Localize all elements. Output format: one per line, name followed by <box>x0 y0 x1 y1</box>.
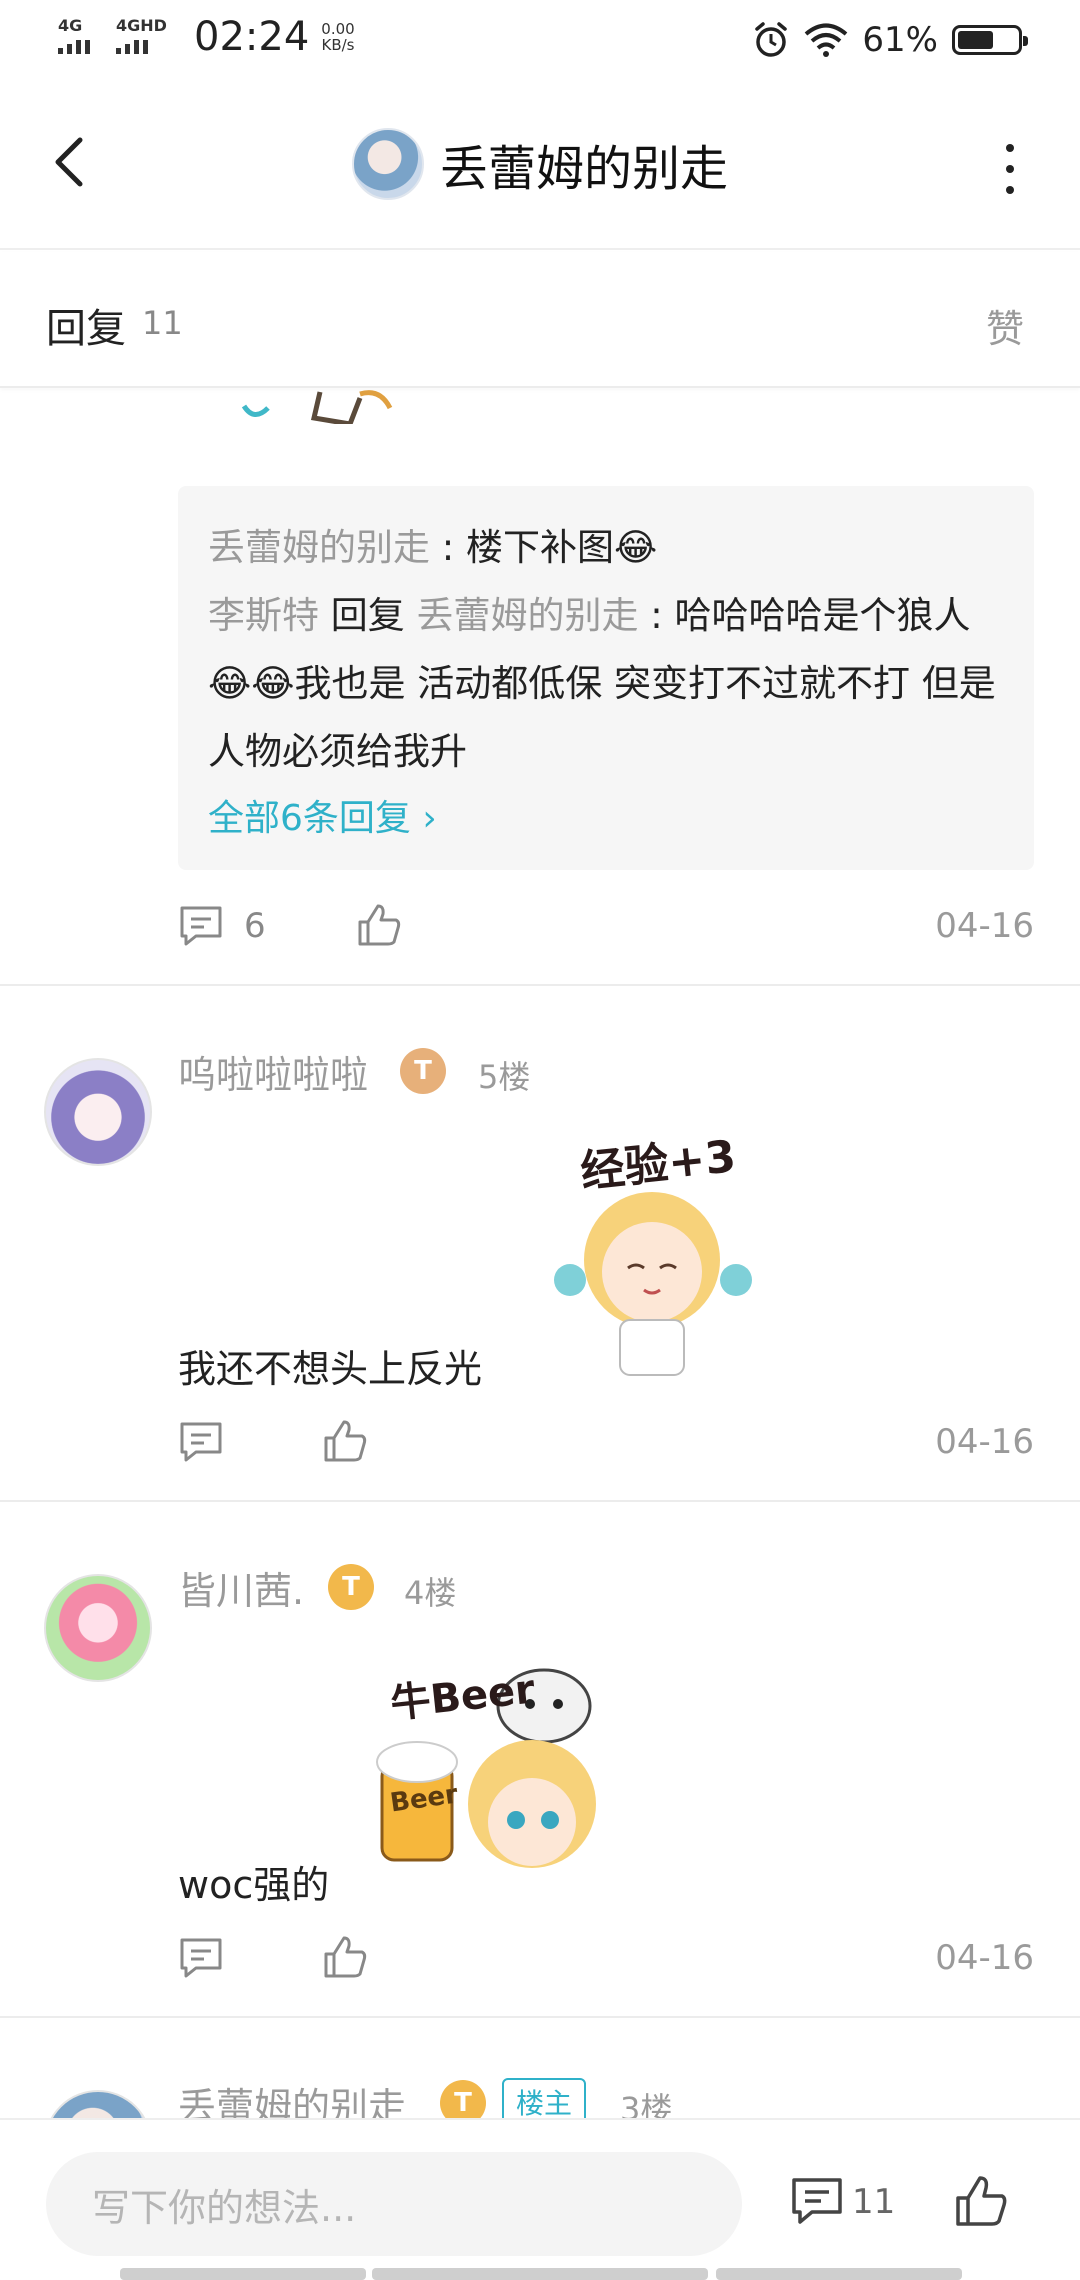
level-badge: T <box>400 1048 446 1094</box>
reply-text: 楼下补图😂 <box>466 526 658 569</box>
wifi-icon <box>805 23 848 57</box>
speed-unit: KB/s <box>321 36 355 54</box>
network-speed: 0.00 KB/s <box>321 21 354 53</box>
bottom-input-bar: 写下你的想法... 11 <box>0 2118 1080 2280</box>
comment-icon[interactable] <box>178 1420 224 1464</box>
floor-number: 5楼 <box>478 1058 531 1096</box>
status-bar: 4G 4GHD 02:24 0.00 KB/s 61% <box>0 0 1080 84</box>
post-actions: 04-16 <box>178 1414 1034 1474</box>
post-text: 我还不想头上反光 <box>178 1347 483 1391</box>
divider <box>0 1500 1080 1502</box>
all-replies-link[interactable]: 全部6条回复 › <box>208 786 1004 852</box>
username[interactable]: 呜啦啦啦啦 <box>178 1044 368 1099</box>
avatar[interactable] <box>44 1058 152 1166</box>
post-text: woc强的 <box>178 1863 330 1907</box>
avatar[interactable] <box>351 128 424 200</box>
post-actions: 04-16 <box>178 1930 1034 1990</box>
post-date: 04-16 <box>935 1422 1034 1462</box>
more-options-icon[interactable] <box>990 144 1030 194</box>
comment-icon[interactable] <box>178 904 224 948</box>
comment-count: 6 <box>244 906 266 946</box>
top-nav-bar: 丢蕾姆的别走 <box>0 84 1080 250</box>
reply-to-word: 回复 <box>319 594 417 637</box>
alarm-icon <box>755 22 788 57</box>
signal-label-2: 4GHD <box>116 16 167 35</box>
page-title: 丢蕾姆的别走 <box>439 141 728 197</box>
post-actions: 6 04-16 <box>178 898 1034 958</box>
reply-header: 回复 11 赞 <box>0 252 1080 388</box>
reply-thread-box[interactable]: 丢蕾姆的别走 : 楼下补图😂 李斯特 回复 丢蕾姆的别走 : 哈哈哈哈是个狼人😂… <box>178 486 1034 870</box>
comment-count: 11 <box>852 2182 896 2222</box>
input-placeholder: 写下你的想法... <box>92 2185 357 2230</box>
nav-gesture-bar <box>120 2268 366 2280</box>
cell-signal-icon: 4G <box>58 14 110 60</box>
thread-reply: 丢蕾姆的别走 : 楼下补图😂 <box>208 514 1004 582</box>
post-date: 04-16 <box>935 906 1034 946</box>
cell-signal-icon-2: 4GHD <box>116 14 178 60</box>
nav-gesture-bar <box>372 2268 708 2280</box>
reply-count: 11 <box>142 304 183 342</box>
thread-reply: 李斯特 回复 丢蕾姆的别走 : 哈哈哈哈是个狼人😂😂我也是 活动都低保 突变打不… <box>208 582 1004 786</box>
signal-label: 4G <box>58 16 83 35</box>
battery-icon <box>952 25 1028 55</box>
username[interactable]: 皆川茜. <box>178 1560 304 1615</box>
nav-gesture-bar <box>716 2268 962 2280</box>
reply-separator: : <box>430 526 466 569</box>
divider <box>0 984 1080 986</box>
avatar[interactable] <box>44 1574 152 1682</box>
battery-percent: 61% <box>862 20 938 60</box>
sticker-image <box>241 390 393 424</box>
thumbs-up-icon[interactable] <box>322 1934 368 1980</box>
divider <box>0 2016 1080 2018</box>
reply-author[interactable]: 丢蕾姆的别走 <box>208 526 430 569</box>
comment-icon[interactable] <box>178 1936 224 1980</box>
like-tab[interactable]: 赞 <box>986 298 1024 353</box>
thumbs-up-icon[interactable] <box>356 902 402 948</box>
comment-input[interactable]: 写下你的想法... <box>46 2152 742 2256</box>
level-badge: T <box>328 1564 374 1610</box>
thumbs-up-icon[interactable] <box>322 1418 368 1464</box>
clock: 02:24 <box>194 14 310 60</box>
reply-target[interactable]: 丢蕾姆的别走 <box>417 594 639 637</box>
reply-title: 回复 <box>46 306 126 352</box>
comment-icon[interactable] <box>790 2176 844 2226</box>
speed-value: 0.00 <box>321 20 355 38</box>
reply-separator: : <box>638 594 675 637</box>
thumbs-up-icon[interactable] <box>954 2174 1008 2228</box>
reply-author[interactable]: 李斯特 <box>208 594 319 637</box>
post-date: 04-16 <box>935 1938 1034 1978</box>
floor-number: 4楼 <box>404 1574 457 1612</box>
